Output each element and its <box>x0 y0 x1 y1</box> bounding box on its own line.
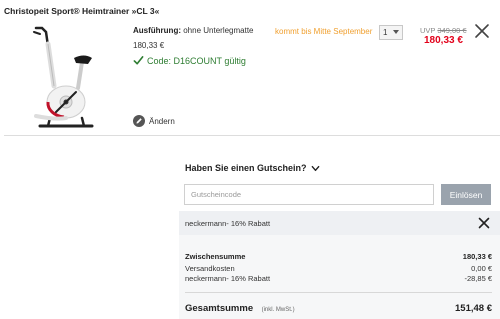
discount-row: neckermann- 16% Rabatt -28,85 € <box>185 274 492 283</box>
shipping-row: Versandkosten 0,00 € <box>185 264 492 273</box>
quantity-value: 1 <box>383 28 388 37</box>
code-text: Code: D16COUNT gültig <box>147 55 246 66</box>
voucher-code-input[interactable] <box>184 184 434 205</box>
check-icon <box>133 56 144 65</box>
quantity-select[interactable]: 1 <box>379 25 403 40</box>
product-title[interactable]: Christopeit Sport® Heimtrainer »CL 3« <box>4 6 159 16</box>
chevron-down-icon <box>311 165 319 171</box>
discount-label: neckermann- 16% Rabatt <box>185 274 271 283</box>
delivery-estimate: kommt bis Mitte September <box>275 27 373 36</box>
shipping-label: Versandkosten <box>185 264 235 273</box>
product-image[interactable] <box>26 22 104 134</box>
voucher-title: Haben Sie einen Gutschein? <box>185 163 307 173</box>
variant-label: Ausführung: <box>133 26 181 35</box>
pencil-icon <box>133 115 145 127</box>
discount-value: -28,85 € <box>464 274 492 283</box>
chevron-down-icon <box>393 30 399 34</box>
shipping-value: 0,00 € <box>471 264 492 273</box>
code-status: Code: D16COUNT gültig <box>133 55 246 66</box>
applied-voucher-text: neckermann- 16% Rabatt <box>185 218 271 228</box>
close-icon[interactable] <box>478 217 490 229</box>
voucher-toggle[interactable]: Haben Sie einen Gutschein? <box>185 163 320 173</box>
subtotal-label: Zwischensumme <box>185 252 246 261</box>
item-price: 180,33 € <box>133 41 165 50</box>
uvp-label: UVP <box>420 26 436 35</box>
redeem-button[interactable]: Einlösen <box>441 184 491 205</box>
subtotal-row: Zwischensumme 180,33 € <box>185 252 492 261</box>
divider <box>185 292 492 293</box>
applied-voucher: neckermann- 16% Rabatt <box>179 211 500 235</box>
variant-value: ohne Unterlegmatte <box>183 26 254 35</box>
order-summary: Zwischensumme 180,33 € Versandkosten 0,0… <box>179 235 500 319</box>
total-value: 151,48 € <box>455 303 492 314</box>
product-variant: Ausführung: ohne Unterlegmatte <box>133 26 254 35</box>
uvp-price: UVP 349,00 € <box>420 26 467 35</box>
subtotal-value: 180,33 € <box>462 252 492 261</box>
sale-price: 180,33 € <box>424 35 463 46</box>
divider <box>4 135 500 136</box>
edit-label: Ändern <box>149 116 175 126</box>
total-row: Gesamtsumme (inkl. MwSt.) 151,48 € <box>185 298 492 316</box>
edit-item-link[interactable]: Ändern <box>133 115 175 127</box>
total-label: Gesamtsumme <box>185 303 254 314</box>
uvp-value: 349,00 € <box>437 26 467 35</box>
close-icon[interactable] <box>474 23 490 39</box>
total-note: (inkl. MwSt.) <box>261 307 295 313</box>
